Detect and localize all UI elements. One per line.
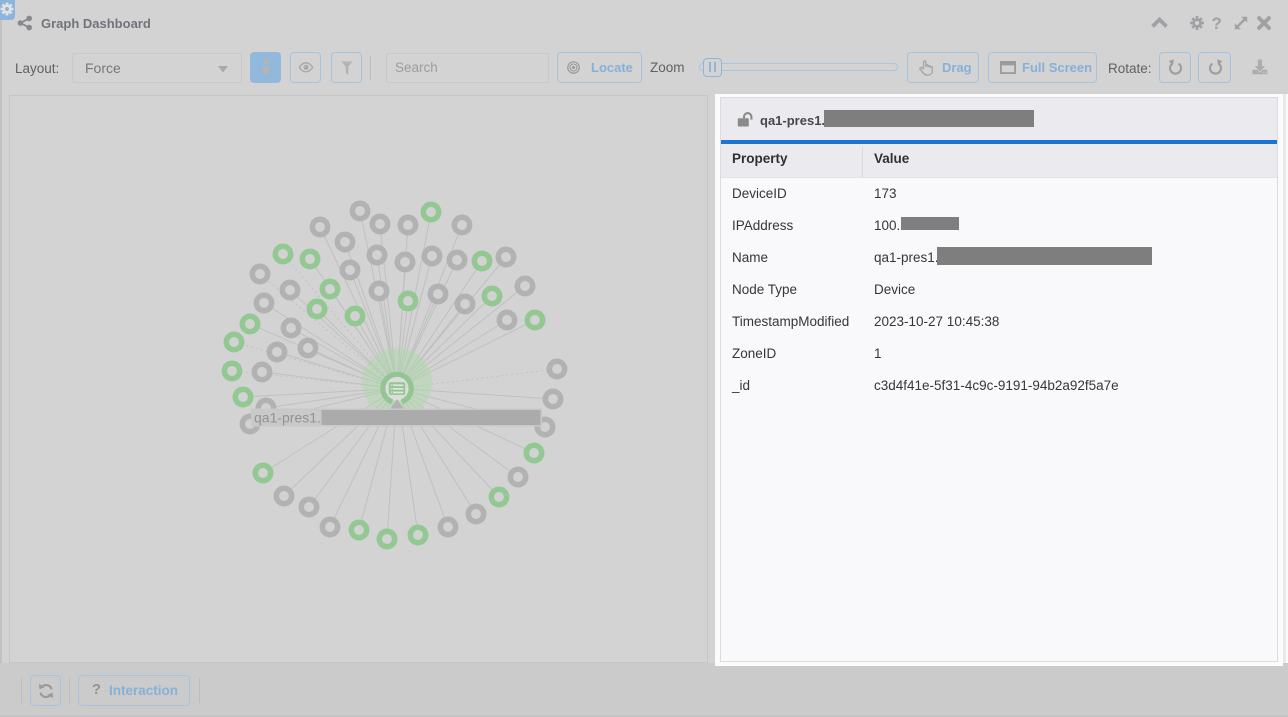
svg-text:?: ? (1212, 14, 1222, 32)
svg-text:qa1-pres1.: qa1-pres1. (254, 410, 321, 426)
